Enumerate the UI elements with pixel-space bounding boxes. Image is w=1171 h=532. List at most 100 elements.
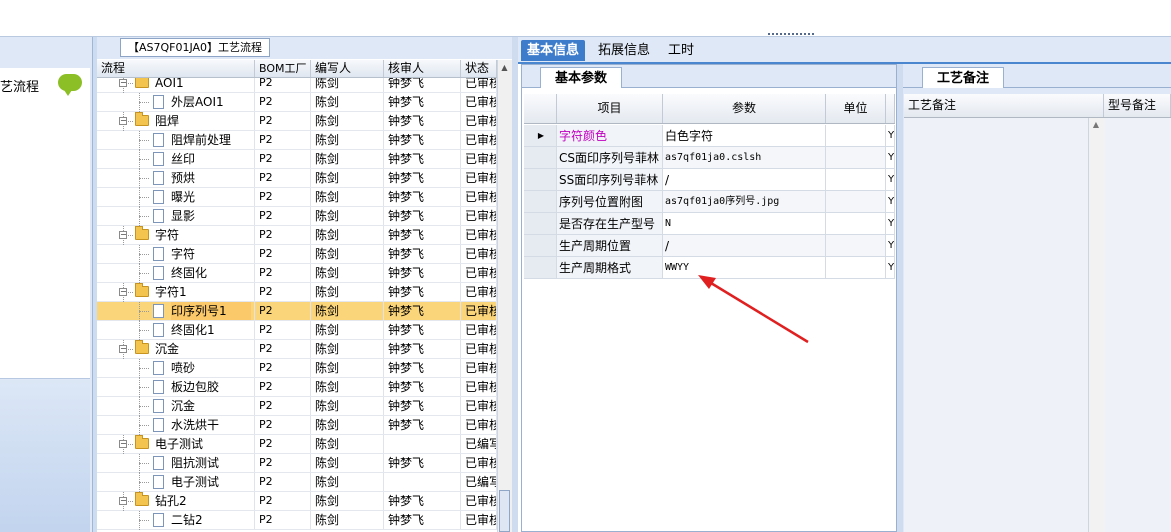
tree-node-label[interactable]: 外层AOI1	[171, 93, 251, 111]
param-row[interactable]: 生产周期位置 / Y	[524, 235, 895, 257]
tree-row[interactable]: − 沉金P2陈剑钟梦飞已审核	[97, 340, 497, 359]
row-indicator[interactable]	[524, 235, 557, 257]
subtab-process-remark[interactable]: 工艺备注	[922, 67, 1005, 88]
tree-row[interactable]: − 字符1P2陈剑钟梦飞已审核	[97, 283, 497, 302]
param-unit-cell[interactable]	[826, 147, 886, 169]
tab-work-hours[interactable]: 工时	[662, 40, 700, 61]
middle-splitter[interactable]	[512, 37, 518, 532]
tree-node-label[interactable]: 字符	[155, 226, 251, 244]
tree-row-selected[interactable]: 印序列号1P2陈剑钟梦飞已审核	[97, 302, 497, 321]
tree-row[interactable]: 电子测试P2陈剑 已编写	[97, 473, 497, 492]
tree-row[interactable]: 水洗烘干P2陈剑钟梦飞已审核	[97, 416, 497, 435]
tree-row[interactable]: 外层AOI1P2陈剑钟梦飞已审核	[97, 93, 497, 112]
param-value-cell[interactable]: as7qf01ja0序列号.jpg	[663, 191, 826, 213]
param-value-cell[interactable]: /	[663, 169, 826, 191]
tree-node-label[interactable]: 曝光	[171, 188, 251, 206]
chat-bubble-icon[interactable]	[58, 74, 82, 96]
scroll-up-arrow-icon[interactable]: ▲	[1088, 120, 1104, 134]
tree-node-label[interactable]: 喷砂	[171, 359, 251, 377]
tree-node-label[interactable]: 阻抗测试	[171, 454, 251, 472]
collapse-toggle-icon[interactable]: −	[119, 440, 127, 448]
collapse-toggle-icon[interactable]: −	[119, 345, 127, 353]
param-value-cell[interactable]: N	[663, 213, 826, 235]
tree-node-label[interactable]: 印序列号1	[171, 302, 251, 320]
remark-scrollbar[interactable]	[1088, 118, 1106, 532]
param-unit-cell[interactable]	[826, 235, 886, 257]
tree-node-label[interactable]: 二钻2	[171, 511, 251, 529]
tree-node-label[interactable]: 沉金	[171, 397, 251, 415]
collapse-toggle-icon[interactable]: −	[119, 117, 127, 125]
collapse-toggle-icon[interactable]: −	[119, 288, 127, 296]
column-header-writer[interactable]: 编写人	[311, 60, 384, 77]
tree-row[interactable]: 终固化1P2陈剑钟梦飞已审核	[97, 321, 497, 340]
tree-node-label[interactable]: 钻孔2	[155, 492, 251, 510]
column-header-status[interactable]: 状态	[461, 60, 497, 77]
tree-row[interactable]: 字符P2陈剑钟梦飞已审核	[97, 245, 497, 264]
column-header-param[interactable]: 参数	[663, 94, 826, 123]
param-value-cell[interactable]: /	[663, 235, 826, 257]
tree-node-label[interactable]: 终固化1	[171, 321, 251, 339]
tree-node-label[interactable]: 沉金	[155, 340, 251, 358]
tree-row[interactable]: − 钻孔2P2陈剑钟梦飞已审核	[97, 492, 497, 511]
tree-node-label[interactable]: AOI1	[155, 78, 251, 92]
param-unit-cell[interactable]	[826, 191, 886, 213]
tree-node-label[interactable]: 丝印	[171, 150, 251, 168]
tree-row[interactable]: 二钻2P2陈剑钟梦飞已审核	[97, 511, 497, 530]
param-unit-cell[interactable]	[826, 257, 886, 279]
tree-row[interactable]: − 电子测试P2陈剑 已编写	[97, 435, 497, 454]
row-indicator[interactable]	[524, 147, 557, 169]
column-header-unit[interactable]: 单位	[826, 94, 886, 123]
param-unit-cell[interactable]	[826, 169, 886, 191]
collapse-toggle-icon[interactable]: −	[119, 231, 127, 239]
process-remark-area[interactable]	[904, 118, 1088, 532]
column-header-reviewer[interactable]: 核审人	[384, 60, 461, 77]
tree-node-label[interactable]: 显影	[171, 207, 251, 225]
column-header-process-remark[interactable]: 工艺备注	[904, 94, 1104, 117]
left-panel-title[interactable]: 艺流程	[0, 76, 39, 95]
tree-node-label[interactable]: 电子测试	[171, 473, 251, 491]
row-indicator[interactable]	[524, 191, 557, 213]
tree-row[interactable]: 曝光P2陈剑钟梦飞已审核	[97, 188, 497, 207]
row-indicator[interactable]	[524, 257, 557, 279]
tree-row[interactable]: − 字符P2陈剑钟梦飞已审核	[97, 226, 497, 245]
tree-row[interactable]: 显影P2陈剑钟梦飞已审核	[97, 207, 497, 226]
tree-node-label[interactable]: 电子测试	[155, 435, 251, 453]
param-row[interactable]: SS面印序列号菲林 / Y	[524, 169, 895, 191]
tree-row[interactable]: 沉金P2陈剑钟梦飞已审核	[97, 397, 497, 416]
collapse-toggle-icon[interactable]: −	[119, 497, 127, 505]
tree-row[interactable]: 阻焊前处理P2陈剑钟梦飞已审核	[97, 131, 497, 150]
tree-row[interactable]: 预烘P2陈剑钟梦飞已审核	[97, 169, 497, 188]
row-indicator[interactable]	[524, 169, 557, 191]
tree-row[interactable]: − AOI1 P2陈剑钟梦飞已审核	[97, 78, 497, 93]
column-header-item[interactable]: 项目	[557, 94, 663, 123]
tree-node-label[interactable]: 字符	[171, 245, 251, 263]
tree-node-label[interactable]: 阻焊前处理	[171, 131, 251, 149]
scroll-up-arrow-icon[interactable]: ▲	[497, 60, 512, 75]
param-row[interactable]: 序列号位置附图 as7qf01ja0序列号.jpg Y	[524, 191, 895, 213]
tree-row[interactable]: 阻抗测试P2陈剑钟梦飞已审核	[97, 454, 497, 473]
tree-node-label[interactable]: 水洗烘干	[171, 416, 251, 434]
tab-basic-info[interactable]: 基本信息	[521, 40, 586, 61]
tree-row[interactable]: 丝印P2陈剑钟梦飞已审核	[97, 150, 497, 169]
tree-scrollbar-thumb[interactable]	[499, 490, 510, 532]
tree-row[interactable]: − 阻焊P2陈剑钟梦飞已审核	[97, 112, 497, 131]
current-row-indicator-icon[interactable]: ▶	[524, 125, 557, 147]
tree-row[interactable]: 终固化P2陈剑钟梦飞已审核	[97, 264, 497, 283]
model-remark-area[interactable]	[1105, 118, 1171, 532]
tree-node-label[interactable]: 板边包胶	[171, 378, 251, 396]
collapse-toggle-icon[interactable]: −	[119, 79, 127, 87]
param-row[interactable]: 是否存在生产型号 N Y	[524, 213, 895, 235]
param-unit-cell[interactable]	[826, 125, 886, 147]
param-value-cell[interactable]: 白色字符	[663, 125, 826, 147]
tree-row[interactable]: 喷砂P2陈剑钟梦飞已审核	[97, 359, 497, 378]
column-header-process[interactable]: 流程	[97, 60, 255, 77]
subtab-basic-params[interactable]: 基本参数	[540, 67, 623, 88]
tab-extended-info[interactable]: 拓展信息	[592, 40, 656, 61]
param-row[interactable]: CS面印序列号菲林 as7qf01ja0.cslsh Y	[524, 147, 895, 169]
tree-scrollbar[interactable]	[497, 60, 513, 532]
tree-node-label[interactable]: 终固化	[171, 264, 251, 282]
tree-node-label[interactable]: 字符1	[155, 283, 251, 301]
tree-row[interactable]: 板边包胶P2陈剑钟梦飞已审核	[97, 378, 497, 397]
param-value-cell[interactable]: as7qf01ja0.cslsh	[663, 147, 826, 169]
row-indicator[interactable]	[524, 213, 557, 235]
